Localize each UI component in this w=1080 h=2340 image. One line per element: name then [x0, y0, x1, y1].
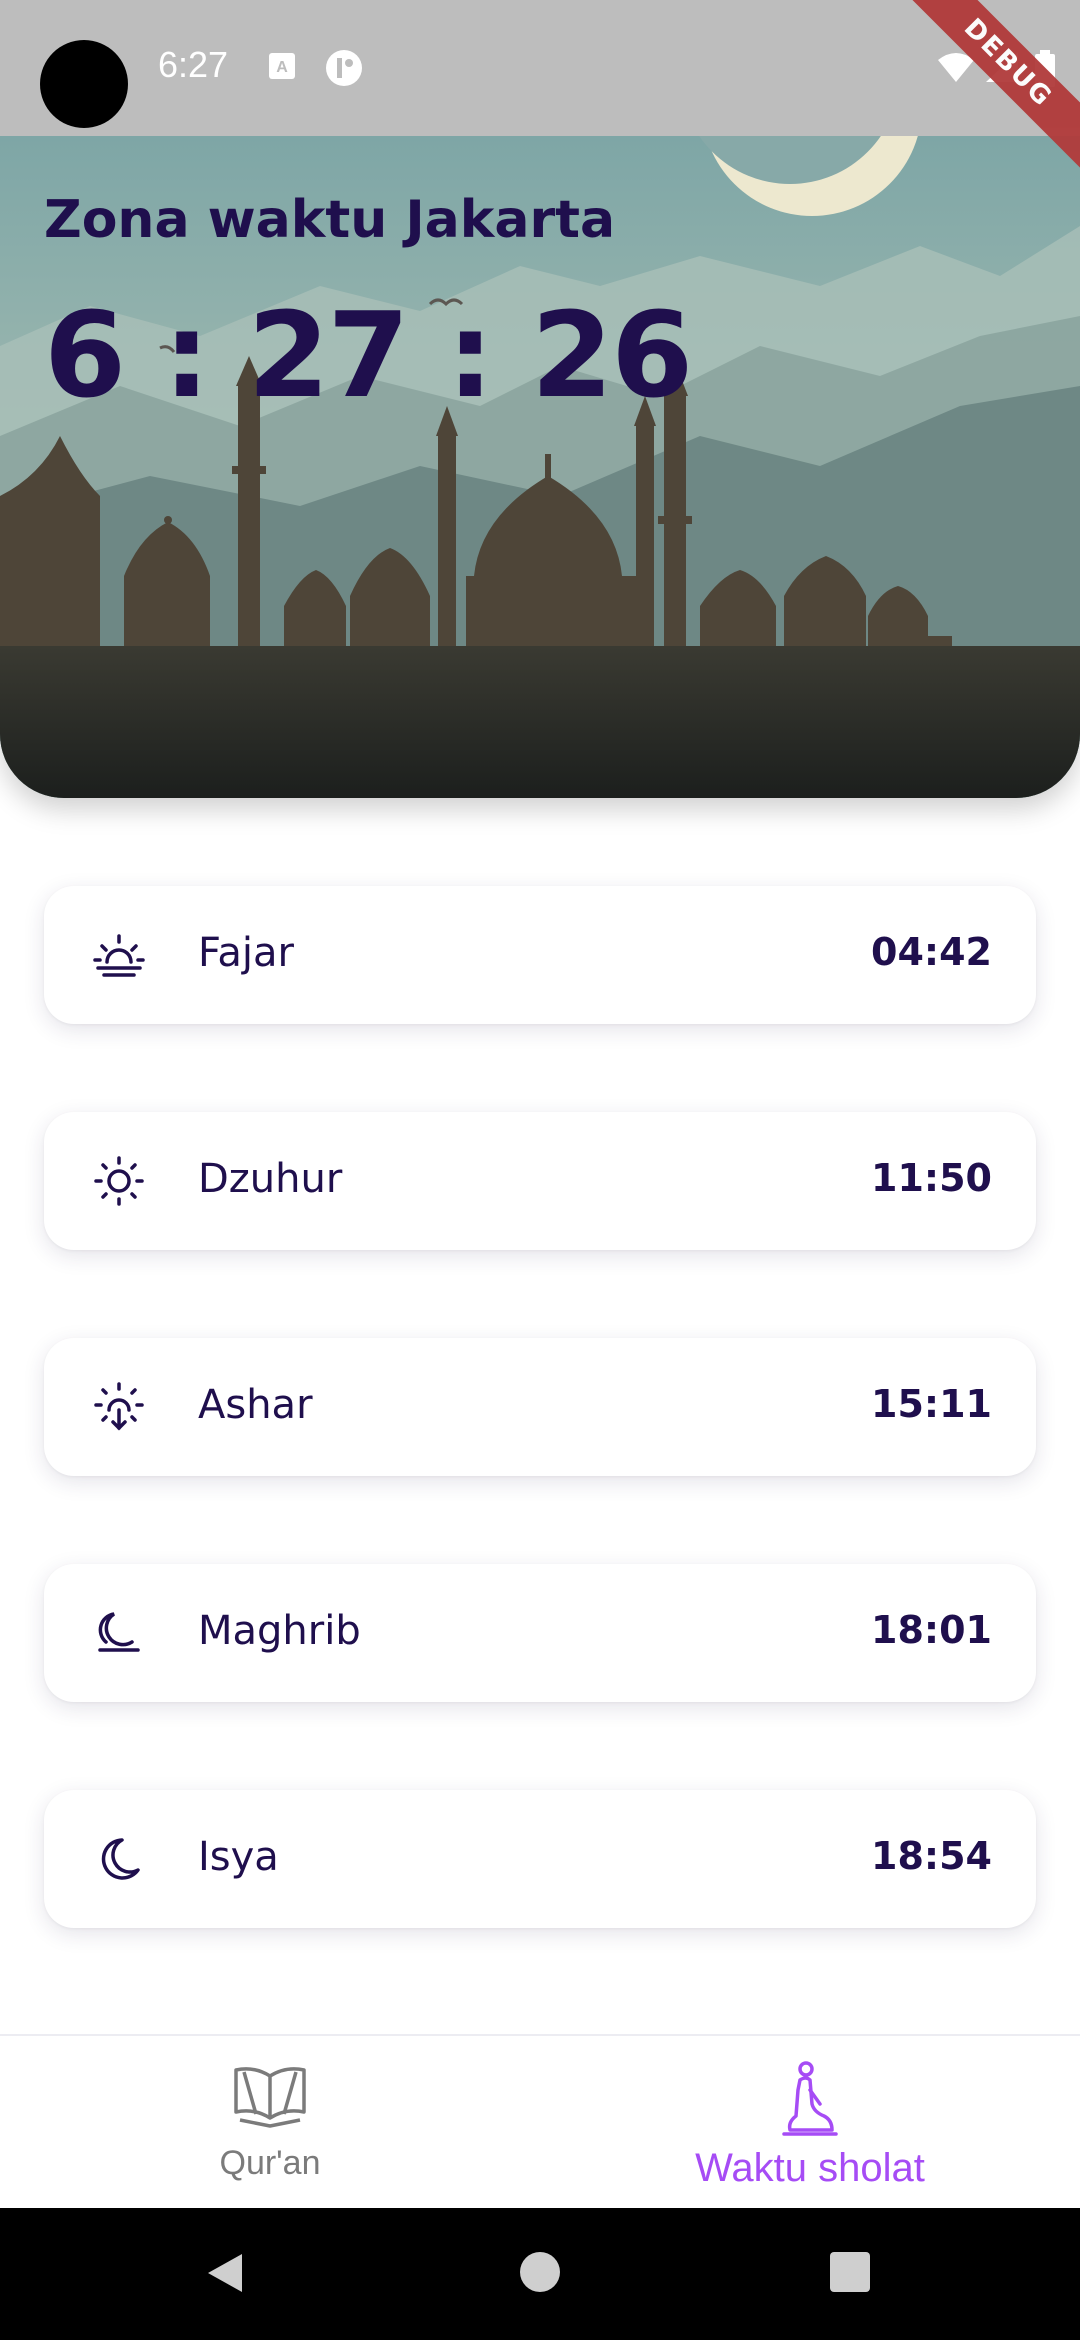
prayer-time: 15:11: [871, 1382, 992, 1426]
prayer-name: Isya: [198, 1834, 279, 1880]
sunrise-icon: [93, 934, 145, 977]
nav-tab-waktu-sholat[interactable]: Waktu sholat: [540, 2036, 1080, 2210]
prayer-time: 18:01: [871, 1608, 992, 1652]
bottom-navigation: Qur'an Waktu sholat: [0, 2034, 1080, 2208]
prayer-name: Ashar: [198, 1382, 313, 1428]
status-bar: 6:27 A: [0, 0, 1080, 136]
current-time-clock: 6 : 27 : 26: [44, 286, 693, 424]
home-icon[interactable]: [518, 2250, 562, 2294]
svg-text:A: A: [276, 59, 288, 76]
sun-down-icon: [94, 1382, 144, 1431]
prayer-time: 04:42: [871, 930, 992, 974]
camera-cutout: [40, 40, 128, 128]
prayer-row-maghrib[interactable]: Maghrib 18:01: [44, 1564, 1036, 1702]
prayer-time: 11:50: [871, 1156, 992, 1200]
status-time: 6:27: [158, 44, 229, 85]
prayer-time: 18:54: [871, 1834, 992, 1878]
system-navigation-bar: [0, 2208, 1080, 2340]
recents-icon[interactable]: [828, 2250, 872, 2294]
nav-tab-quran[interactable]: Qur'an: [0, 2036, 540, 2210]
moonrise-icon: [98, 1612, 140, 1652]
prayer-person-icon: [782, 2061, 838, 2136]
prayer-name: Dzuhur: [198, 1156, 343, 1202]
prayer-row-dzuhur[interactable]: Dzuhur 11:50: [44, 1112, 1036, 1250]
nav-label-quran: Qur'an: [219, 2144, 321, 2182]
back-icon[interactable]: [202, 2250, 248, 2296]
moon-icon: [101, 1838, 140, 1880]
prayer-row-fajar[interactable]: Fajar 04:42: [44, 886, 1036, 1024]
prayer-times-list: Fajar 04:42 Dzuhur 11:50 Ashar 15:11 Mag…: [44, 886, 1036, 2016]
hero-banner: Zona waktu Jakarta 6 : 27 : 26: [0, 136, 1080, 798]
prayer-name: Fajar: [198, 930, 294, 976]
sun-icon: [94, 1156, 144, 1206]
quran-book-icon: [234, 2067, 306, 2128]
nav-label-waktu-sholat: Waktu sholat: [695, 2146, 925, 2190]
prayer-row-ashar[interactable]: Ashar 15:11: [44, 1338, 1036, 1476]
keyboard-a-icon: A: [269, 53, 295, 79]
prayer-name: Maghrib: [198, 1608, 361, 1654]
notification-icon: [326, 50, 362, 86]
prayer-row-isya[interactable]: Isya 18:54: [44, 1790, 1036, 1928]
timezone-label: Zona waktu Jakarta: [44, 190, 616, 250]
